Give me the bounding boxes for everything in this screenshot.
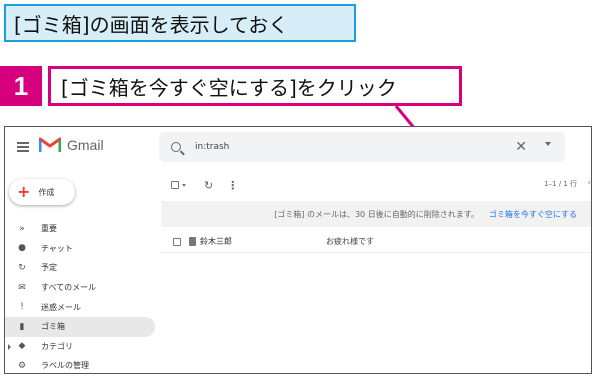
chat-icon: ● bbox=[18, 243, 26, 254]
step-instruction: 1 [ゴミ箱を今すぐ空にする]をクリック bbox=[0, 66, 462, 106]
sidebar-item-label: ラベルの管理 bbox=[41, 361, 89, 371]
sidebar-item-label: ゴミ箱 bbox=[41, 322, 65, 332]
mail-toolbar: ↻ ⋮ 1–1 / 1 行 ‹ bbox=[171, 175, 591, 195]
sidebar-item-categories[interactable]: ◆ カテゴリ bbox=[5, 337, 155, 357]
search-input[interactable]: in:trash bbox=[195, 142, 229, 152]
banner-title: [ゴミ箱]の画面を表示しておく bbox=[4, 4, 356, 42]
step-text: [ゴミ箱を今すぐ空にする]をクリック bbox=[48, 66, 462, 106]
sidebar-item-spam[interactable]: ! 迷惑メール bbox=[5, 297, 155, 317]
search-bar[interactable]: in:trash ✕ bbox=[159, 132, 565, 162]
pagination-text: 1–1 / 1 行 bbox=[544, 180, 577, 188]
step-number: 1 bbox=[0, 66, 42, 106]
spam-icon: ! bbox=[20, 302, 24, 313]
email-sender: 鈴木三郎 bbox=[200, 237, 232, 246]
gmail-m-icon bbox=[39, 137, 61, 152]
sidebar-item-label: 予定 bbox=[41, 263, 57, 273]
scheduled-icon: ↻ bbox=[18, 262, 26, 273]
gmail-logo[interactable]: Gmail bbox=[39, 137, 104, 153]
menu-icon[interactable] bbox=[17, 142, 29, 152]
sidebar-item-chat[interactable]: ● チャット bbox=[5, 239, 155, 259]
sidebar-item-label: チャット bbox=[41, 243, 73, 253]
trash-notice-bar: [ゴミ箱] のメールは、30 日後に自動的に削除されます。 ゴミ箱を今すぐ空にす… bbox=[161, 201, 591, 227]
empty-trash-link[interactable]: ゴミ箱を今すぐ空にする bbox=[489, 209, 577, 220]
sidebar-item-trash[interactable]: ▮ ゴミ箱 bbox=[5, 316, 155, 337]
important-icon: » bbox=[19, 223, 25, 234]
sidebar-item-manage-labels[interactable]: ⚙ ラベルの管理 bbox=[5, 356, 155, 373]
sidebar-item-label: 迷惑メール bbox=[41, 302, 81, 312]
compose-label: 作成 bbox=[38, 187, 55, 197]
sidebar-item-label: すべてのメール bbox=[41, 283, 97, 293]
all-mail-icon: ✉ bbox=[18, 282, 26, 293]
compose-button[interactable]: + 作成 bbox=[9, 179, 75, 205]
clear-search-icon[interactable]: ✕ bbox=[515, 139, 527, 155]
expand-arrow-icon[interactable] bbox=[8, 343, 11, 350]
plus-icon: + bbox=[17, 182, 31, 201]
search-options-icon[interactable] bbox=[545, 142, 551, 146]
trash-icon bbox=[189, 237, 196, 246]
sidebar-item-label: 重要 bbox=[41, 224, 57, 234]
trash-icon: ▮ bbox=[19, 321, 25, 332]
manage-labels-icon: ⚙ bbox=[17, 360, 27, 371]
trash-notice-message: [ゴミ箱] のメールは、30 日後に自動的に削除されます。 bbox=[274, 209, 479, 219]
email-subject: お疲れ様です bbox=[326, 237, 374, 246]
sidebar-nav: » 重要 ● チャット ↻ 予定 ✉ すべてのメール ! 迷惑メール ▮ ゴミ箱… bbox=[5, 219, 155, 373]
prev-page-icon[interactable]: ‹ bbox=[587, 178, 591, 188]
categories-icon: ◆ bbox=[18, 341, 26, 352]
gmail-logo-text: Gmail bbox=[67, 137, 104, 153]
select-dropdown-icon[interactable] bbox=[182, 183, 186, 187]
sidebar-item-all-mail[interactable]: ✉ すべてのメール bbox=[5, 278, 155, 298]
more-options-icon[interactable]: ⋮ bbox=[227, 179, 238, 192]
refresh-icon[interactable]: ↻ bbox=[204, 179, 213, 192]
row-checkbox[interactable] bbox=[173, 237, 181, 246]
select-all-checkbox[interactable] bbox=[171, 181, 179, 189]
gmail-screenshot: Gmail in:trash ✕ + 作成 » 重要 ● チャット ↻ 予定 ✉… bbox=[4, 126, 592, 374]
sidebar-item-label: カテゴリ bbox=[41, 341, 73, 351]
table-row[interactable]: 鈴木三郎 お疲れ様です bbox=[161, 231, 591, 253]
search-icon[interactable] bbox=[171, 142, 181, 152]
gmail-topbar: Gmail in:trash ✕ bbox=[5, 127, 591, 167]
sidebar-item-scheduled[interactable]: ↻ 予定 bbox=[5, 258, 155, 278]
sidebar-item-important[interactable]: » 重要 bbox=[5, 219, 155, 239]
